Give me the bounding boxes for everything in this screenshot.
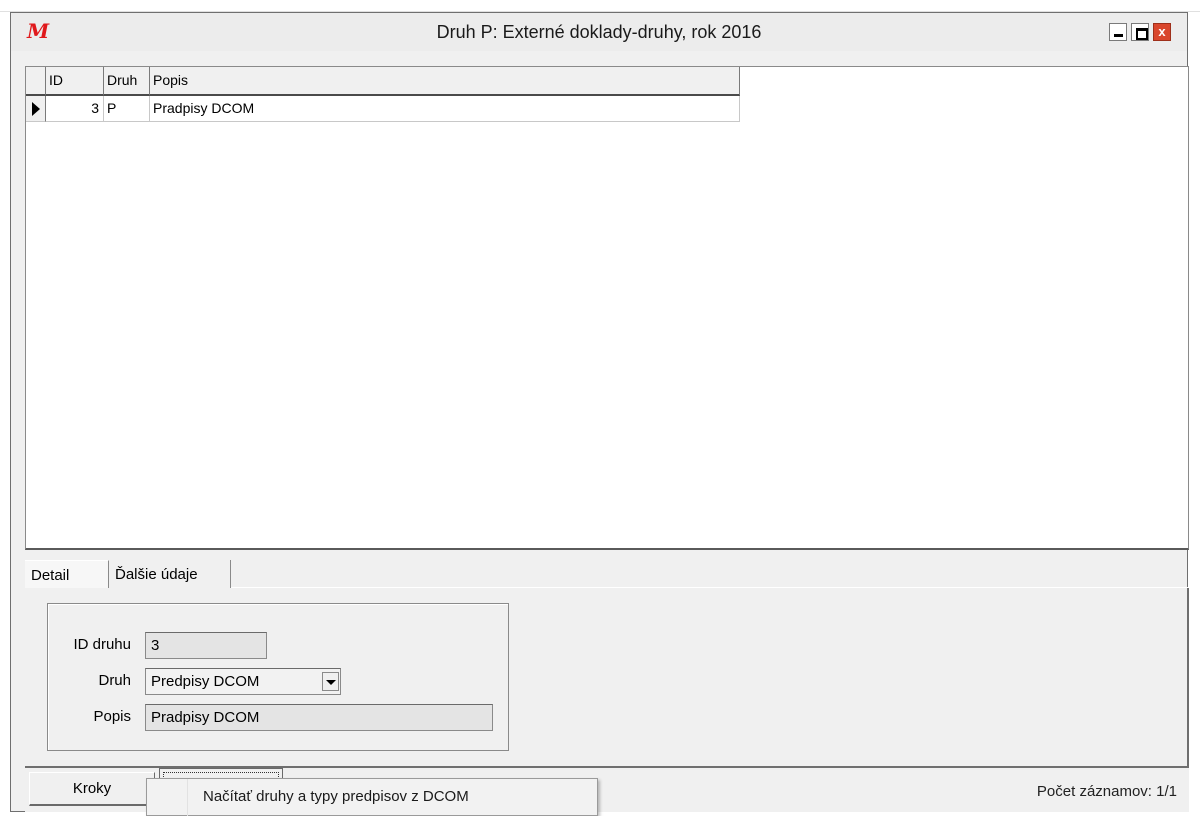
column-header-id[interactable]: ID	[46, 67, 104, 96]
app-window: M Druh P: Externé doklady-druhy, rok 201…	[10, 12, 1189, 812]
druh-label: Druh	[98, 672, 131, 689]
tab-detail[interactable]: Detail	[25, 560, 109, 588]
records-grid[interactable]: ID Druh Popis 3 P Pradpisy DCOM	[25, 66, 1189, 550]
desktop-background	[0, 0, 1200, 12]
popup-menu: Načítať druhy a typy predpisov z DCOM	[146, 778, 598, 816]
cell-id[interactable]: 3	[46, 96, 104, 122]
grid-header: ID Druh Popis	[26, 67, 740, 96]
druh-select[interactable]: Predpisy DCOM	[145, 668, 341, 695]
chevron-down-icon[interactable]	[322, 672, 339, 691]
column-header-druh[interactable]: Druh	[104, 67, 150, 96]
maximize-button[interactable]	[1131, 23, 1149, 41]
title-bar[interactable]: M Druh P: Externé doklady-druhy, rok 201…	[11, 13, 1187, 51]
druh-select-value: Predpisy DCOM	[151, 673, 260, 690]
table-row[interactable]: 3 P Pradpisy DCOM	[26, 96, 740, 122]
cell-druh[interactable]: P	[104, 96, 150, 122]
close-button[interactable]: x	[1153, 23, 1171, 41]
header-indicator-cell	[26, 67, 46, 96]
menu-item-load-dcom[interactable]: Načítať druhy a typy predpisov z DCOM	[203, 788, 469, 805]
column-header-popis[interactable]: Popis	[150, 67, 740, 96]
record-count-status: Počet záznamov: 1/1	[1036, 783, 1177, 800]
tab-dalsie-udaje[interactable]: Ďalšie údaje	[109, 560, 231, 588]
popis-label: Popis	[93, 708, 131, 725]
window-title: Druh P: Externé doklady-druhy, rok 2016	[436, 22, 762, 42]
detail-tabs: Detail Ďalšie údaje	[25, 560, 1189, 588]
id-druhu-label: ID druhu	[73, 636, 131, 653]
minimize-button[interactable]	[1109, 23, 1127, 41]
kroky-button[interactable]: Kroky	[29, 772, 155, 806]
detail-panel: ID druhu 3 Druh Predpisy DCOM Popis Prad…	[25, 588, 1189, 768]
current-row-indicator-icon	[26, 96, 46, 122]
popis-field[interactable]: Pradpisy DCOM	[145, 704, 493, 731]
id-druhu-field[interactable]: 3	[145, 632, 267, 659]
cell-popis[interactable]: Pradpisy DCOM	[150, 96, 740, 122]
